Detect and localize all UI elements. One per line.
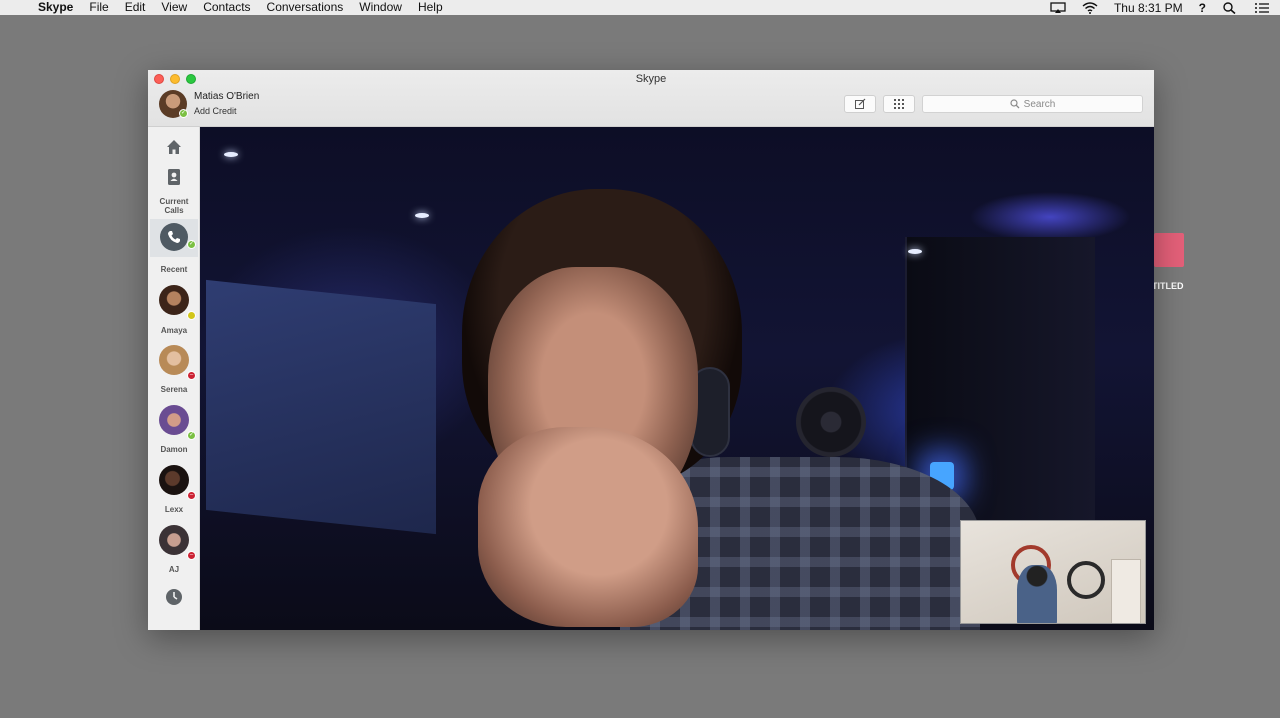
menu-app-skype[interactable]: Skype xyxy=(38,0,73,15)
airplay-icon[interactable] xyxy=(1050,1,1066,14)
contacts-book-icon[interactable] xyxy=(164,167,184,187)
menu-file[interactable]: File xyxy=(89,0,108,15)
pip-person xyxy=(1017,565,1057,623)
phone-call-icon[interactable] xyxy=(160,223,188,251)
menu-view[interactable]: View xyxy=(161,0,187,15)
status-busy-icon: – xyxy=(187,491,196,500)
search-placeholder: Search xyxy=(1023,98,1056,110)
skype-window: Skype ✓ Matias O'Brien Add Credit Search… xyxy=(148,70,1154,630)
dialpad-icon xyxy=(894,99,904,109)
sidebar: Current Calls ✓ Recent Amaya – Serena ✓ … xyxy=(148,127,200,630)
new-conversation-button[interactable] xyxy=(844,95,876,113)
search-field[interactable]: Search xyxy=(922,95,1143,113)
contact-avatar-damon[interactable] xyxy=(159,405,189,435)
contact-name-lexx[interactable]: Lexx xyxy=(148,505,200,514)
help-menu-icon[interactable]: ? xyxy=(1199,1,1206,15)
background-dartboard xyxy=(796,387,866,457)
ceiling-light xyxy=(224,152,238,157)
notification-list-icon[interactable] xyxy=(1254,2,1270,14)
clock-text[interactable]: Thu 8:31 PM xyxy=(1114,1,1183,15)
spotlight-search-icon[interactable] xyxy=(1222,1,1238,14)
status-busy-icon: – xyxy=(187,551,196,560)
menu-conversations[interactable]: Conversations xyxy=(267,0,344,15)
pip-door xyxy=(1111,559,1141,623)
profile-name[interactable]: Matias O'Brien xyxy=(194,91,259,102)
status-away-icon xyxy=(187,311,196,320)
menu-contacts[interactable]: Contacts xyxy=(203,0,250,15)
desktop-file-label[interactable]: TITLED xyxy=(1152,281,1184,291)
search-icon xyxy=(1010,99,1020,109)
menu-help[interactable]: Help xyxy=(418,0,443,15)
ceiling-light xyxy=(908,249,922,254)
status-online-icon: ✓ xyxy=(187,431,196,440)
ceiling-light xyxy=(415,213,429,218)
self-view-video[interactable] xyxy=(960,520,1146,624)
pip-bike-wheel xyxy=(1067,561,1105,599)
background-whiteboard xyxy=(206,279,436,535)
contact-name-aj[interactable]: AJ xyxy=(148,565,200,574)
profile-status-online-icon: ✓ xyxy=(179,109,188,118)
menubar-status-area: Thu 8:31 PM ? xyxy=(1034,1,1270,15)
clock-icon[interactable] xyxy=(164,587,184,607)
home-icon[interactable] xyxy=(164,137,184,157)
contact-avatar-amaya[interactable] xyxy=(159,285,189,315)
contact-name-serena[interactable]: Serena xyxy=(148,385,200,394)
compose-icon xyxy=(855,98,866,109)
video-call-view[interactable] xyxy=(200,127,1154,630)
menu-edit[interactable]: Edit xyxy=(125,0,146,15)
contact-avatar-serena[interactable] xyxy=(159,345,189,375)
dialpad-button[interactable] xyxy=(883,95,915,113)
window-titlebar[interactable]: Skype ✓ Matias O'Brien Add Credit Search xyxy=(148,70,1154,127)
mac-menu-bar: Skype File Edit View Contacts Conversati… xyxy=(0,0,1280,15)
contact-avatar-lexx[interactable] xyxy=(159,465,189,495)
desktop-file-icon[interactable] xyxy=(1154,233,1184,267)
caller-hand xyxy=(478,427,698,627)
call-status-icon: ✓ xyxy=(187,240,196,249)
contact-name-amaya[interactable]: Amaya xyxy=(148,326,200,335)
recent-label: Recent xyxy=(160,265,188,274)
window-title: Skype xyxy=(635,73,667,85)
add-credit-link[interactable]: Add Credit xyxy=(194,106,237,116)
contact-avatar-aj[interactable] xyxy=(159,525,189,555)
menu-window[interactable]: Window xyxy=(359,0,402,15)
status-busy-icon: – xyxy=(187,371,196,380)
current-calls-label: Current Calls xyxy=(159,197,189,215)
contact-name-damon[interactable]: Damon xyxy=(148,445,200,454)
wifi-icon[interactable] xyxy=(1082,1,1098,14)
